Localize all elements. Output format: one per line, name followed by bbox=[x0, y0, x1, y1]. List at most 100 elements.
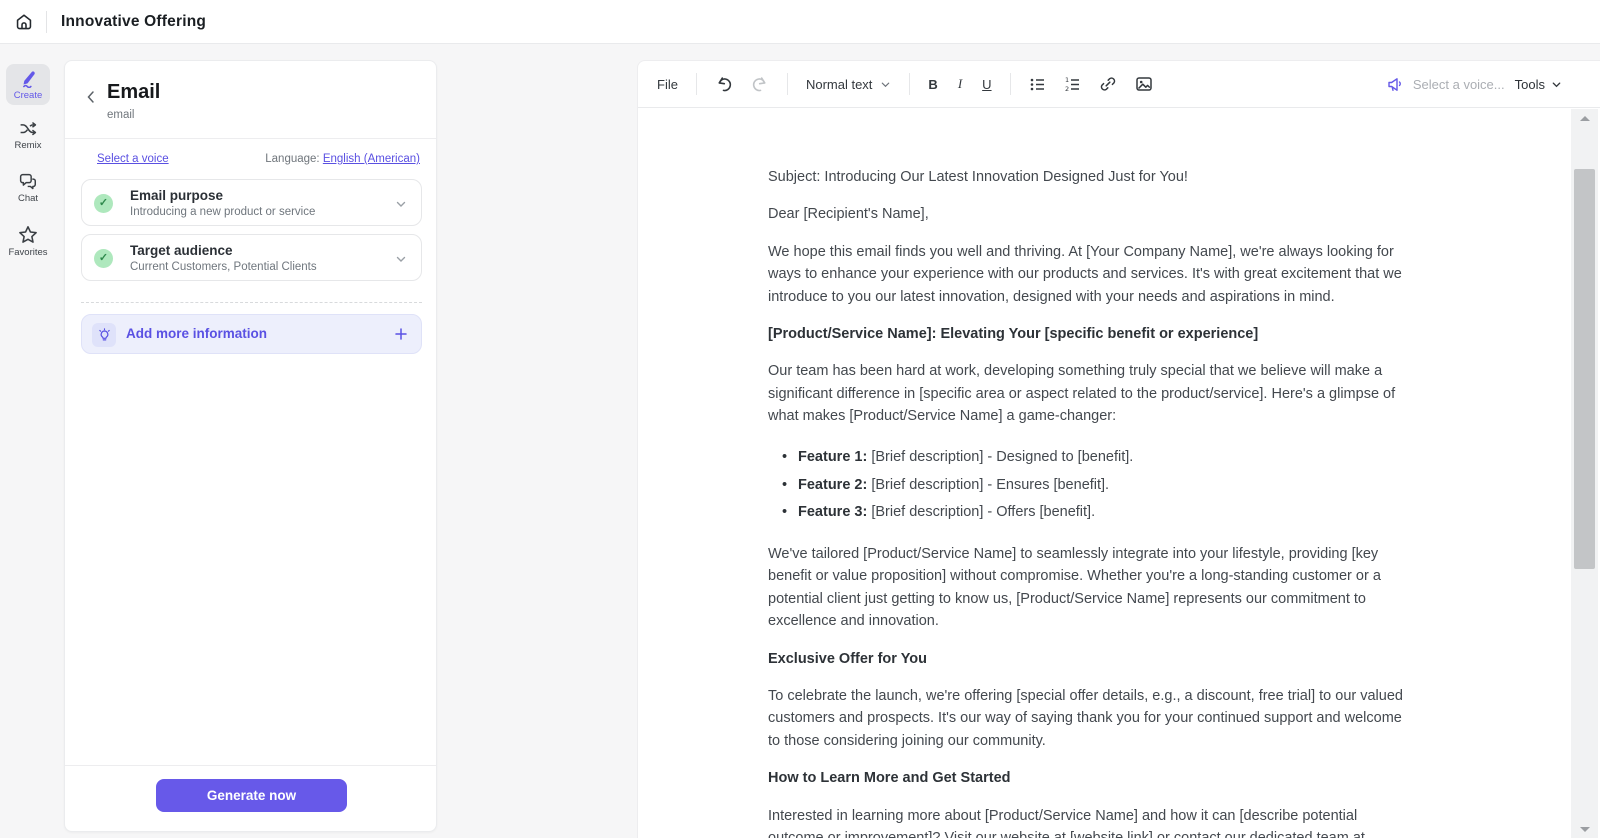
field-value: Introducing a new product or service bbox=[130, 206, 316, 218]
rail-item-remix[interactable]: Remix bbox=[0, 120, 56, 151]
link-button[interactable] bbox=[1092, 70, 1124, 98]
back-button[interactable] bbox=[83, 89, 101, 107]
tools-label: Tools bbox=[1514, 77, 1545, 92]
doc-paragraph[interactable]: Interested in learning more about [Produ… bbox=[768, 805, 1416, 838]
toolbar-select-voice-label: Select a voice... bbox=[1412, 77, 1505, 92]
image-button[interactable] bbox=[1128, 70, 1160, 98]
left-icon-rail: Create Remix Chat Favorites bbox=[0, 44, 56, 838]
redo-icon bbox=[751, 75, 769, 93]
field-title: Email purpose bbox=[130, 188, 224, 203]
megaphone-icon bbox=[1387, 76, 1406, 93]
numbered-list-button[interactable]: 12 bbox=[1057, 71, 1088, 98]
bullet-list-button[interactable] bbox=[1022, 71, 1053, 98]
text-style-select[interactable]: Normal text bbox=[799, 72, 898, 97]
bold-button[interactable]: B bbox=[921, 72, 944, 97]
rail-item-chat[interactable]: Chat bbox=[0, 172, 56, 204]
field-email-purpose[interactable]: ✓ Email purpose Introducing a new produc… bbox=[81, 179, 422, 226]
email-settings-panel: Email email Select a voice Language: Eng… bbox=[64, 60, 437, 832]
doc-paragraph[interactable]: To celebrate the launch, we're offering … bbox=[768, 685, 1416, 752]
language-label: Language: bbox=[265, 153, 320, 165]
language-link[interactable]: English (American) bbox=[323, 153, 420, 165]
generate-now-button[interactable]: Generate now bbox=[156, 779, 347, 812]
toolbar-divider bbox=[1009, 73, 1011, 95]
doc-paragraph[interactable]: We've tailored [Product/Service Name] to… bbox=[768, 543, 1416, 633]
redo-button[interactable] bbox=[744, 70, 776, 98]
doc-subject-line[interactable]: Subject: Introducing Our Latest Innovati… bbox=[768, 166, 1416, 188]
rail-label-favorites: Favorites bbox=[8, 247, 48, 258]
link-icon bbox=[1099, 75, 1117, 93]
rail-item-favorites[interactable]: Favorites bbox=[0, 225, 56, 258]
editor-toolbar: File Normal text B I U 1 2 Select a voic… bbox=[638, 61, 1600, 108]
toolbar-divider bbox=[695, 73, 697, 95]
panel-title: Email bbox=[107, 81, 161, 103]
scroll-up-button[interactable] bbox=[1571, 111, 1598, 125]
field-target-audience[interactable]: ✓ Target audience Current Customers, Pot… bbox=[81, 234, 422, 281]
star-icon bbox=[0, 225, 56, 245]
feature-list-item[interactable]: Feature 2: [Brief description] - Ensures… bbox=[768, 474, 1416, 497]
check-icon: ✓ bbox=[94, 249, 113, 268]
chevron-down-icon bbox=[395, 253, 407, 265]
panel-subtitle: email bbox=[107, 109, 135, 121]
add-more-information-button[interactable]: Add more information bbox=[81, 314, 422, 354]
feature-list-item[interactable]: Feature 1: [Brief description] - Designe… bbox=[768, 446, 1416, 469]
feature-rest: [Brief description] - Ensures [benefit]. bbox=[867, 476, 1110, 493]
feature-list-item[interactable]: Feature 3: [Brief description] - Offers … bbox=[768, 501, 1416, 524]
toolbar-divider bbox=[909, 73, 911, 95]
scroll-down-button[interactable] bbox=[1571, 822, 1598, 836]
italic-button[interactable]: I bbox=[949, 71, 971, 97]
home-button[interactable] bbox=[12, 10, 36, 34]
add-more-label: Add more information bbox=[126, 326, 267, 341]
numbered-list-icon: 12 bbox=[1064, 76, 1081, 93]
home-icon bbox=[14, 12, 34, 32]
check-icon: ✓ bbox=[94, 194, 113, 213]
svg-text:2: 2 bbox=[1065, 85, 1069, 93]
select-voice-link[interactable]: Select a voice bbox=[97, 153, 169, 165]
voice-language-row: Select a voice Language: English (Americ… bbox=[97, 153, 420, 165]
panel-footer: Generate now bbox=[65, 765, 436, 831]
pencil-icon bbox=[6, 69, 50, 88]
doc-paragraph[interactable]: We hope this email finds you well and th… bbox=[768, 241, 1416, 308]
undo-button[interactable] bbox=[708, 70, 740, 98]
doc-heading[interactable]: [Product/Service Name]: Elevating Your [… bbox=[768, 323, 1416, 345]
rail-label-chat: Chat bbox=[17, 193, 39, 204]
doc-heading[interactable]: Exclusive Offer for You bbox=[768, 648, 1416, 670]
triangle-down-icon bbox=[1579, 826, 1590, 832]
field-title: Target audience bbox=[130, 243, 233, 258]
underline-button[interactable]: U bbox=[975, 72, 998, 97]
lightbulb-icon bbox=[92, 323, 116, 347]
feature-lead: Feature 1: bbox=[798, 448, 868, 465]
field-value: Current Customers, Potential Clients bbox=[130, 261, 317, 273]
document-editor-area[interactable]: Subject: Introducing Our Latest Innovati… bbox=[638, 109, 1572, 838]
plus-icon bbox=[393, 326, 409, 342]
doc-heading[interactable]: How to Learn More and Get Started bbox=[768, 767, 1416, 789]
image-icon bbox=[1135, 75, 1153, 93]
text-style-value: Normal text bbox=[805, 76, 873, 92]
chevron-down-icon bbox=[1551, 79, 1562, 90]
tools-menu[interactable]: Tools bbox=[1511, 72, 1566, 97]
shuffle-icon bbox=[0, 120, 56, 138]
language-setting: Language: English (American) bbox=[265, 153, 420, 165]
email-document: Subject: Introducing Our Latest Innovati… bbox=[768, 166, 1416, 838]
feature-list: Feature 1: [Brief description] - Designe… bbox=[768, 446, 1416, 525]
feature-rest: [Brief description] - Offers [benefit]. bbox=[867, 504, 1096, 521]
rail-item-create[interactable]: Create bbox=[6, 64, 50, 105]
vertical-scrollbar[interactable] bbox=[1571, 109, 1598, 838]
toolbar-select-voice[interactable]: Select a voice... bbox=[1387, 76, 1505, 93]
feature-lead: Feature 2: bbox=[798, 476, 868, 493]
undo-icon bbox=[715, 75, 733, 93]
chat-bubbles-icon bbox=[0, 172, 56, 191]
feature-rest: [Brief description] - Designed to [benef… bbox=[867, 448, 1134, 465]
doc-paragraph[interactable]: Our team has been hard at work, developi… bbox=[768, 360, 1416, 427]
svg-text:1: 1 bbox=[1065, 76, 1069, 84]
doc-greeting[interactable]: Dear [Recipient's Name], bbox=[768, 203, 1416, 225]
chevron-down-icon bbox=[395, 198, 407, 210]
scrollbar-thumb[interactable] bbox=[1574, 169, 1595, 569]
bullet-list-icon bbox=[1029, 76, 1046, 93]
file-menu[interactable]: File bbox=[650, 72, 685, 97]
rail-label-remix: Remix bbox=[14, 140, 42, 151]
editor-panel: File Normal text B I U 1 2 Select a voic… bbox=[637, 60, 1600, 838]
page-title: Innovative Offering bbox=[61, 12, 207, 30]
toolbar-divider bbox=[786, 73, 788, 95]
chevron-down-icon bbox=[880, 79, 891, 90]
rail-label-create: Create bbox=[13, 90, 43, 101]
